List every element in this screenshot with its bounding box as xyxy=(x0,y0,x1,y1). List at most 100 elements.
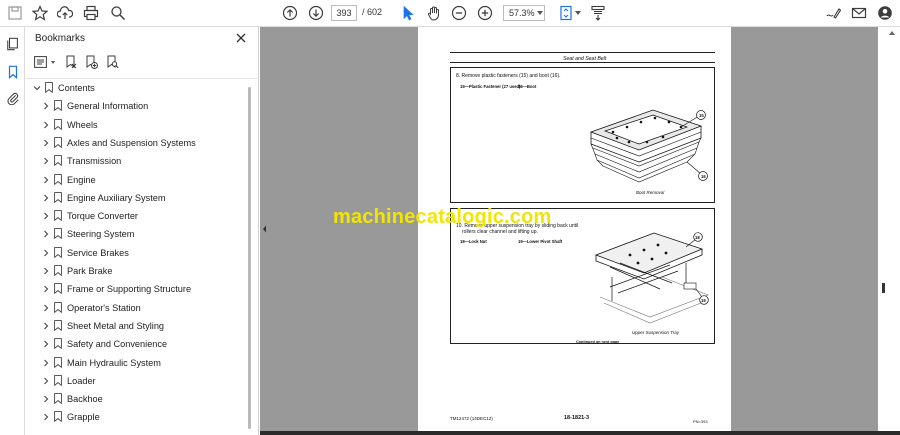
bookmark-item[interactable]: Sheet Metal and Styling xyxy=(26,317,246,335)
right-scroll-strip[interactable] xyxy=(878,27,900,435)
bookmark-icon xyxy=(54,100,62,112)
bookmark-label: Grapple xyxy=(67,412,100,423)
chevron-right-icon[interactable] xyxy=(42,267,50,275)
page-separator: / xyxy=(362,7,365,17)
bookmark-label: Main Hydraulic System xyxy=(67,357,161,368)
watermark-text: machinecatalogic.com xyxy=(333,206,552,228)
bookmark-item[interactable]: Loader xyxy=(26,372,246,390)
bookmark-item[interactable]: Frame or Supporting Structure xyxy=(26,280,246,298)
zoom-dropdown-caret[interactable] xyxy=(537,11,543,15)
find-bookmark-icon[interactable] xyxy=(106,55,119,69)
callout-16: 16 xyxy=(701,174,706,179)
bookmark-label: Engine Auxiliary System xyxy=(67,192,166,203)
delete-bookmark-icon[interactable] xyxy=(65,55,77,69)
page-fit-icon[interactable] xyxy=(557,4,575,22)
page-number-input[interactable]: 393 xyxy=(331,5,357,21)
bookmark-label: Frame or Supporting Structure xyxy=(67,284,192,295)
callout-19: 19 xyxy=(701,298,706,303)
bookmark-icon xyxy=(54,173,62,185)
bookmark-item[interactable]: Transmission xyxy=(26,152,246,170)
options-menu-icon[interactable] xyxy=(34,56,47,68)
chevron-right-icon[interactable] xyxy=(42,322,50,330)
add-bookmark-icon[interactable] xyxy=(85,55,98,69)
save-icon[interactable] xyxy=(6,4,24,22)
hand-tool-icon[interactable] xyxy=(425,4,443,22)
email-icon[interactable] xyxy=(850,4,868,22)
select-cursor-icon[interactable] xyxy=(399,4,417,22)
previous-page-icon[interactable] xyxy=(281,4,299,22)
thumbnails-icon[interactable] xyxy=(4,35,21,52)
bookmark-item[interactable]: General Information xyxy=(26,97,246,115)
chevron-right-icon[interactable] xyxy=(42,359,50,367)
chevron-right-icon[interactable] xyxy=(42,139,50,147)
bookmark-label: Loader xyxy=(67,375,96,386)
zoom-out-icon[interactable] xyxy=(450,4,468,22)
star-icon[interactable] xyxy=(31,4,49,22)
bookmark-icon xyxy=(54,210,62,222)
bookmark-icon xyxy=(54,265,62,276)
chevron-right-icon[interactable] xyxy=(42,285,50,293)
step-8-text: 8. Remove plastic fasteners (15) and boo… xyxy=(456,73,561,79)
bookmark-label: Contents xyxy=(58,83,95,93)
callout-18: 18 xyxy=(695,235,700,240)
account-icon[interactable] xyxy=(876,4,894,22)
bookmark-root-contents[interactable]: Contents xyxy=(26,79,246,97)
chevron-right-icon[interactable] xyxy=(42,157,50,165)
next-page-icon[interactable] xyxy=(307,4,325,22)
bookmark-item[interactable]: Park Brake xyxy=(26,262,246,280)
chevron-right-icon[interactable] xyxy=(42,377,50,385)
chevron-down-icon[interactable] xyxy=(33,84,41,92)
scroll-mode-icon[interactable] xyxy=(589,4,607,22)
bookmark-item[interactable]: Service Brakes xyxy=(26,244,246,262)
chevron-right-icon[interactable] xyxy=(42,340,50,348)
legend-plastic-fastener: 15—Plastic Fastener (27 used) xyxy=(460,84,521,89)
attachments-icon[interactable] xyxy=(4,89,21,106)
bookmark-icon xyxy=(54,246,62,258)
bookmark-label: Service Brakes xyxy=(67,247,129,258)
print-icon[interactable] xyxy=(82,4,100,22)
options-caret-icon[interactable] xyxy=(51,61,55,64)
bookmark-item[interactable]: Backhoe xyxy=(26,390,246,408)
bookmark-item[interactable]: Engine xyxy=(26,171,246,189)
panel-title: Bookmarks xyxy=(35,33,86,44)
chevron-right-icon[interactable] xyxy=(42,413,50,421)
vertical-scroll-thumb[interactable] xyxy=(882,283,885,293)
bookmark-item[interactable]: Main Hydraulic System xyxy=(26,354,246,372)
scroll-up-icon[interactable] xyxy=(889,31,895,35)
bookmark-label: Steering System xyxy=(67,229,135,240)
zoom-in-icon[interactable] xyxy=(476,4,494,22)
bookmarks-scrollbar[interactable] xyxy=(248,87,251,429)
chevron-right-icon[interactable] xyxy=(42,395,50,403)
fit-dropdown-caret[interactable] xyxy=(575,11,581,15)
chevron-right-icon[interactable] xyxy=(42,304,50,312)
bookmark-item[interactable]: Axles and Suspension Systems xyxy=(26,134,246,152)
chevron-right-icon[interactable] xyxy=(42,212,50,220)
chevron-right-icon[interactable] xyxy=(42,176,50,184)
bookmark-item[interactable]: Safety and Convenience xyxy=(26,335,246,353)
callout-15: 15 xyxy=(699,113,704,118)
chevron-right-icon[interactable] xyxy=(42,249,50,257)
main-toolbar: 393 / 602 57.3% xyxy=(0,0,900,27)
close-icon[interactable] xyxy=(235,32,247,44)
chevron-right-icon[interactable] xyxy=(42,194,50,202)
cloud-upload-icon[interactable] xyxy=(56,4,74,22)
bookmark-item[interactable]: Grapple xyxy=(26,408,246,426)
chevron-right-icon[interactable] xyxy=(42,102,50,110)
bookmark-icon xyxy=(54,301,62,313)
chevron-right-icon[interactable] xyxy=(42,121,50,129)
zoom-search-icon[interactable] xyxy=(109,4,127,22)
bookmarks-panel-icon[interactable] xyxy=(4,63,21,80)
collapse-panel-icon[interactable] xyxy=(262,225,267,233)
footer-page-id: PN=393 xyxy=(693,419,708,424)
bookmark-label: Operator's Station xyxy=(67,302,141,313)
chevron-right-icon[interactable] xyxy=(42,230,50,238)
legend-lower-pivot-shaft: 19—Lower Pivot Shaft xyxy=(518,239,563,244)
edit-sign-icon[interactable] xyxy=(824,4,842,22)
bookmark-item[interactable]: Torque Converter xyxy=(26,207,246,225)
bookmark-item[interactable]: Wheels xyxy=(26,116,246,134)
bookmark-item[interactable]: Steering System xyxy=(26,225,246,243)
bookmark-item[interactable]: Operator's Station xyxy=(26,299,246,317)
bookmark-item[interactable]: Engine Auxiliary System xyxy=(26,189,246,207)
bookmark-icon xyxy=(54,393,62,405)
bookmark-icon xyxy=(54,374,62,386)
